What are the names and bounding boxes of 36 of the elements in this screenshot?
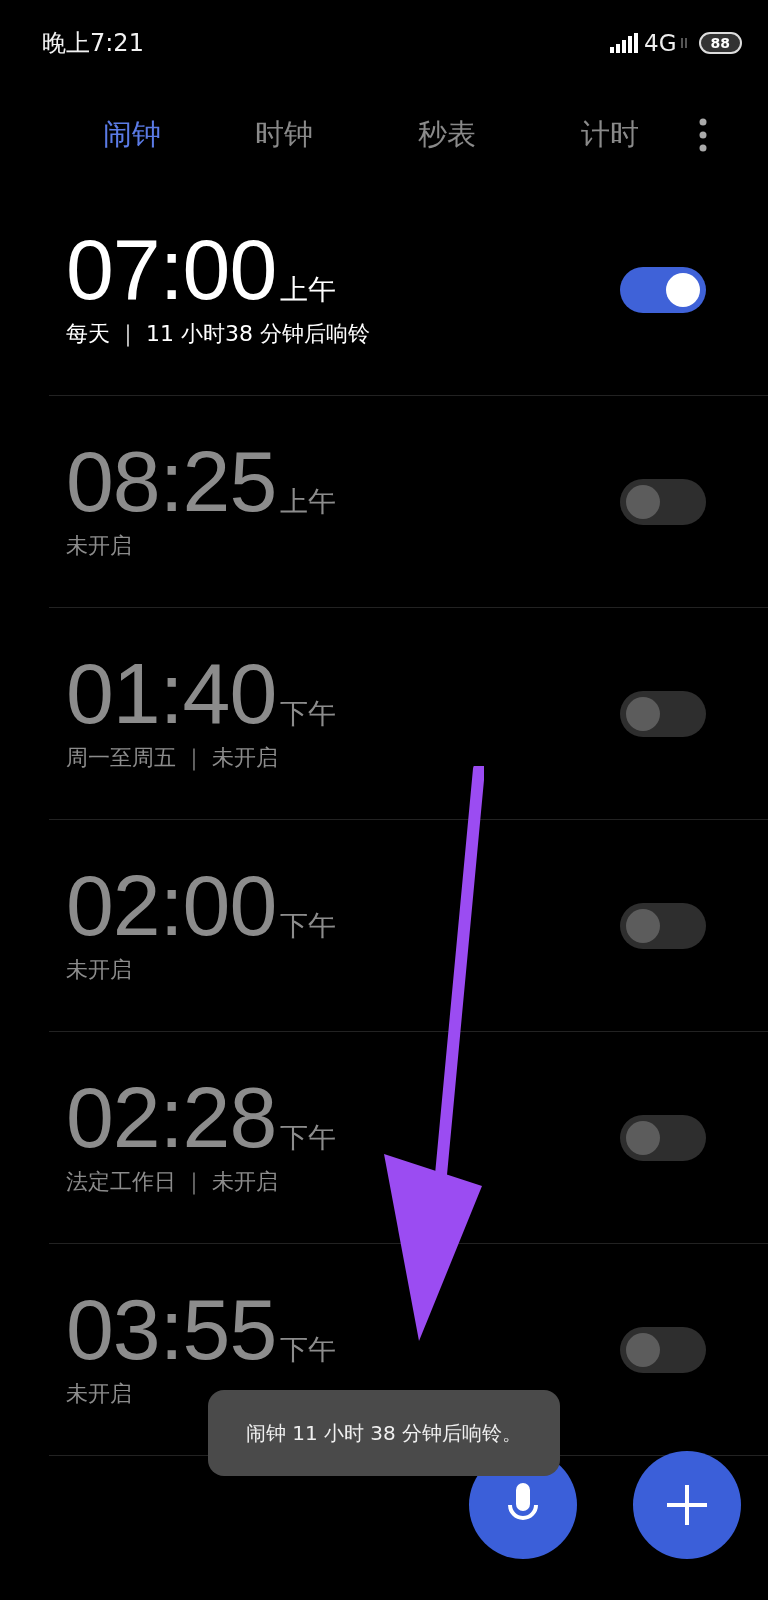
alarm-period: 上午: [280, 483, 337, 520]
alarm-toggle[interactable]: [620, 266, 706, 313]
alarm-period: 下午: [280, 695, 337, 732]
alarm-toggle[interactable]: [620, 1326, 706, 1373]
tab[interactable]: 计时: [528, 111, 691, 159]
alarm-toggle[interactable]: [620, 1114, 706, 1161]
alarm-toggle[interactable]: [620, 478, 706, 525]
alarm-toggle[interactable]: [620, 902, 706, 949]
alarm-period: 下午: [280, 1331, 337, 1368]
plus-icon: [667, 1485, 707, 1525]
tab[interactable]: 秒表: [365, 111, 528, 159]
data-arrows-icon: [680, 38, 687, 48]
alarm-status: 每天 ｜ 11 小时38 分钟后响铃: [66, 319, 370, 349]
alarm-toggle[interactable]: [620, 690, 706, 737]
signal-icon: [610, 33, 641, 53]
alarm-status: 未开启: [66, 531, 133, 560]
alarm-status: 未开启: [66, 1379, 133, 1408]
status-time: 晚上7:21: [42, 28, 144, 59]
alarm-time: 03:55: [66, 1280, 277, 1377]
battery-indicator: 88: [698, 32, 742, 54]
alarm-period: 下午: [280, 907, 337, 944]
alarm-period: 下午: [280, 1119, 337, 1156]
tab[interactable]: 闹钟: [62, 111, 202, 159]
toast-message: 闹钟 11 小时 38 分钟后响铃。: [208, 1390, 560, 1476]
alarm-period: 上午: [280, 271, 337, 308]
alarm-status: 周一至周五 ｜ 未开启: [66, 743, 279, 773]
network-label: 4G: [644, 30, 677, 56]
more-menu-icon[interactable]: [699, 118, 707, 152]
alarm-time: 02:00: [66, 856, 277, 953]
alarm-status: 法定工作日 ｜ 未开启: [66, 1167, 279, 1197]
tab[interactable]: 时钟: [202, 111, 365, 159]
alarm-time: 07:00: [66, 220, 277, 317]
alarm-time: 01:40: [66, 644, 277, 741]
alarm-time: 02:28: [66, 1068, 277, 1165]
alarm-time: 08:25: [66, 432, 277, 529]
alarm-status: 未开启: [66, 955, 133, 984]
